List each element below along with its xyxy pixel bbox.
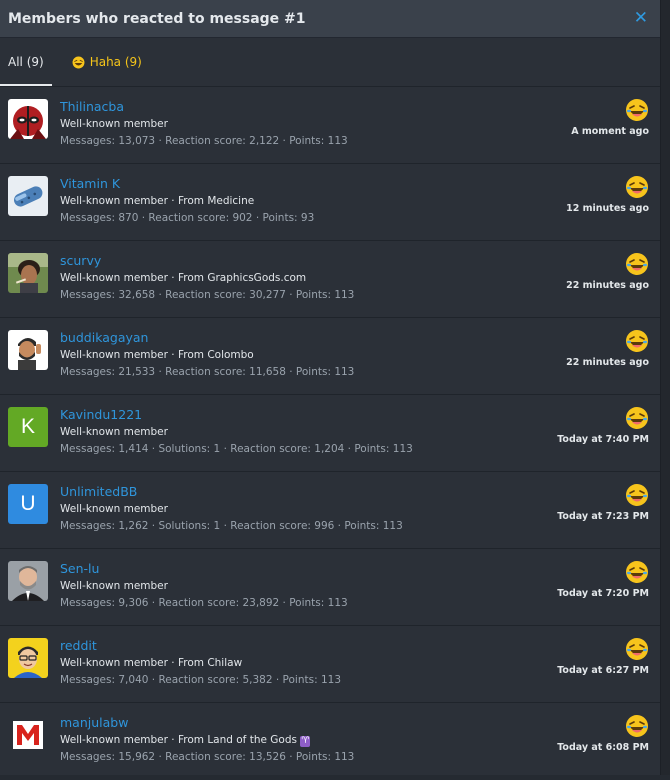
avatar-letter: K <box>20 415 35 438</box>
tab-haha-label: Haha (9) <box>89 55 142 69</box>
avatar-letter: U <box>20 492 36 515</box>
portrait-avatar-icon <box>8 561 48 601</box>
laughing-emoji-icon <box>626 561 648 583</box>
member-stats: Messages: 13,073 · Reaction score: 2,122… <box>60 135 348 147</box>
laughing-emoji-icon <box>626 407 648 429</box>
aries-badge-icon: ♈ <box>300 736 311 747</box>
reaction-time: Today at 7:23 PM <box>557 511 649 522</box>
logo-avatar-icon <box>8 715 48 755</box>
member-title-text: Well-known member · From Land of the God… <box>60 734 297 746</box>
modal-title: Members who reacted to message #1 <box>8 10 306 27</box>
avatar[interactable]: K <box>8 407 48 447</box>
laughing-emoji-icon <box>72 56 85 68</box>
avatar[interactable] <box>8 638 48 678</box>
tab-all[interactable]: All (9) <box>0 38 52 86</box>
avatar[interactable] <box>8 330 48 370</box>
list-item: manjulabw Well-known member · From Land … <box>0 703 660 780</box>
reaction-time: A moment ago <box>571 126 649 137</box>
avatar[interactable]: U <box>8 484 48 524</box>
reaction-tabs: All (9) Haha (9) <box>0 38 660 87</box>
laughing-emoji-icon <box>626 99 648 121</box>
reaction-time: Today at 6:27 PM <box>557 665 649 676</box>
list-item: scurvy Well-known member · From Graphics… <box>0 241 660 318</box>
laughing-emoji-icon <box>626 638 648 660</box>
tab-haha[interactable]: Haha (9) <box>64 38 150 86</box>
laughing-emoji-icon <box>626 176 648 198</box>
laughing-emoji-icon <box>626 330 648 352</box>
avatar[interactable] <box>8 99 48 139</box>
list-item: Sen-lu Well-known member Messages: 9,306… <box>0 549 660 626</box>
list-item: reddit Well-known member · From Chilaw M… <box>0 626 660 703</box>
list-item: Thilinacba Well-known member Messages: 1… <box>0 87 660 164</box>
portrait-avatar-icon <box>8 253 48 293</box>
avatar[interactable] <box>8 561 48 601</box>
laughing-emoji-icon <box>626 253 648 275</box>
reactions-modal: Members who reacted to message #1 ✕ All … <box>0 0 661 775</box>
reaction-time: Today at 7:20 PM <box>557 588 649 599</box>
avatar[interactable] <box>8 715 48 755</box>
list-item: K Kavindu1221 Well-known member Messages… <box>0 395 660 472</box>
reaction-time: 22 minutes ago <box>566 280 649 291</box>
deadpool-avatar-icon <box>8 99 48 139</box>
reaction-time: 12 minutes ago <box>566 203 649 214</box>
tab-all-label: All (9) <box>8 55 44 69</box>
memoji-avatar-icon <box>8 330 48 370</box>
avatar[interactable] <box>8 176 48 216</box>
reaction-time: Today at 7:40 PM <box>557 434 649 445</box>
laughing-emoji-icon <box>626 715 648 737</box>
reaction-time: Today at 6:08 PM <box>557 742 649 753</box>
member-list: Thilinacba Well-known member Messages: 1… <box>0 87 660 780</box>
list-item: Vitamin K Well-known member · From Medic… <box>0 164 660 241</box>
reaction-time: 22 minutes ago <box>566 357 649 368</box>
member-name[interactable]: Thilinacba <box>60 99 660 115</box>
cartoon-avatar-icon <box>8 638 48 678</box>
list-item: U UnlimitedBB Well-known member Messages… <box>0 472 660 549</box>
modal-header: Members who reacted to message #1 ✕ <box>0 0 660 38</box>
pills-avatar-icon <box>8 176 48 216</box>
list-item: buddikagayan Well-known member · From Co… <box>0 318 660 395</box>
member-title: Well-known member <box>60 118 168 130</box>
avatar[interactable] <box>8 253 48 293</box>
scrollbar[interactable] <box>661 0 670 775</box>
close-icon[interactable]: ✕ <box>634 10 648 27</box>
laughing-emoji-icon <box>626 484 648 506</box>
